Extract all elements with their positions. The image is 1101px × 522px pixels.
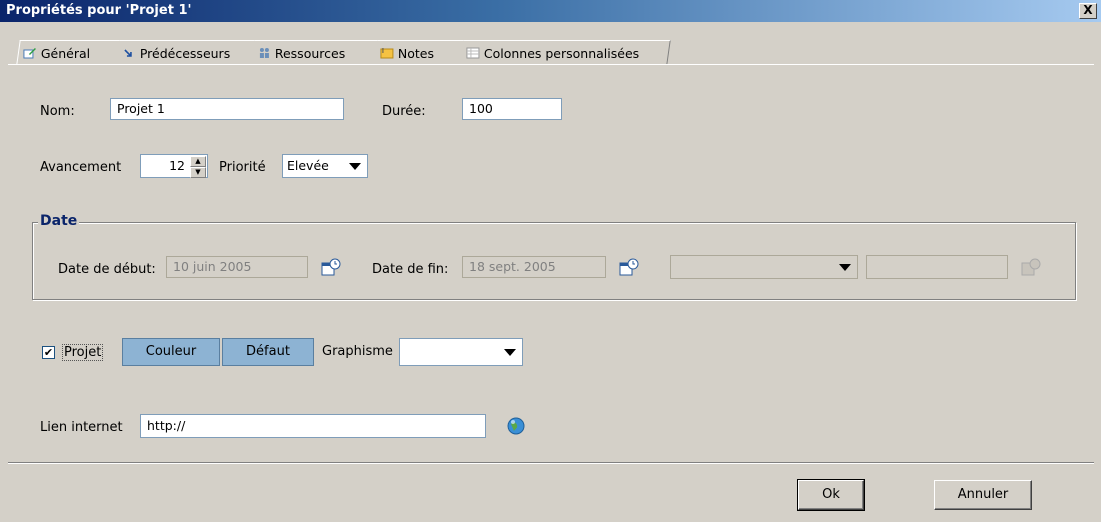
start-date-label: Date de début: <box>58 262 156 277</box>
end-date-label: Date de fin: <box>372 262 449 277</box>
tab-notes-label: Notes <box>397 45 435 61</box>
progress-label: Avancement <box>40 160 122 175</box>
spinner-buttons: ▲ ▼ <box>190 156 206 178</box>
extra-date-field <box>866 255 1008 279</box>
web-link-input[interactable]: http:// <box>140 414 486 438</box>
chevron-down-icon <box>504 349 516 356</box>
progress-value: 12 <box>169 158 185 173</box>
chevron-down-icon <box>349 163 361 170</box>
calendar-disabled-icon <box>1021 258 1041 276</box>
globe-icon[interactable] <box>506 416 526 436</box>
tab-custom-columns[interactable]: Colonnes personnalisées <box>460 40 671 65</box>
window-title: Propriétés pour 'Projet 1' <box>6 3 192 18</box>
ok-button[interactable]: Ok <box>797 479 865 511</box>
priority-value: Elevée <box>287 158 329 173</box>
calendar-icon[interactable] <box>618 257 640 277</box>
cancel-button[interactable]: Annuler <box>934 480 1032 510</box>
project-checkbox-label[interactable]: Projet <box>62 344 104 361</box>
priority-label: Priorité <box>219 160 266 175</box>
name-label: Nom: <box>40 104 75 119</box>
start-date-field: 10 juin 2005 <box>166 256 308 278</box>
name-input[interactable]: Projet 1 <box>110 98 344 120</box>
spinner-down-button[interactable]: ▼ <box>190 167 206 178</box>
edit-icon <box>23 48 36 59</box>
close-button[interactable]: X <box>1079 3 1097 19</box>
duration-label: Durée: <box>382 104 426 119</box>
table-icon <box>466 47 480 59</box>
title-bar: Propriétés pour 'Projet 1' X <box>0 0 1101 22</box>
progress-spinner[interactable]: 12 ▲ ▼ <box>140 154 208 178</box>
tab-custom-columns-label: Colonnes personnalisées <box>483 45 640 61</box>
chevron-down-icon <box>839 264 851 271</box>
duration-input[interactable]: 100 <box>462 98 562 120</box>
spinner-up-button[interactable]: ▲ <box>190 156 206 167</box>
tab-general-label: Général <box>40 45 91 61</box>
priority-select[interactable]: Elevée <box>282 154 368 178</box>
tab-predecessors-label: Prédécesseurs <box>139 45 231 61</box>
date-legend: Date <box>38 213 80 229</box>
calendar-icon[interactable] <box>320 257 342 277</box>
project-checkbox[interactable]: ✔ <box>42 346 55 359</box>
default-button[interactable]: Défaut <box>222 338 314 366</box>
properties-dialog: Propriétés pour 'Projet 1' X Général Pré… <box>0 0 1101 522</box>
footer-divider <box>8 462 1094 464</box>
people-icon <box>259 48 269 58</box>
extra-date-select[interactable] <box>670 255 858 279</box>
arrow-icon <box>124 49 132 57</box>
tab-notes[interactable]: Notes <box>374 40 467 65</box>
shape-label: Graphisme <box>322 344 393 359</box>
tab-resources-label: Ressources <box>274 45 346 61</box>
tab-resources[interactable]: Ressources <box>251 40 381 65</box>
web-link-label: Lien internet <box>40 420 123 435</box>
tab-predecessors[interactable]: Prédécesseurs <box>116 40 257 65</box>
color-button[interactable]: Couleur <box>122 338 220 366</box>
notes-icon <box>380 48 394 59</box>
tab-general[interactable]: Général <box>16 40 124 65</box>
shape-select[interactable] <box>399 338 523 366</box>
end-date-field: 18 sept. 2005 <box>462 256 606 278</box>
